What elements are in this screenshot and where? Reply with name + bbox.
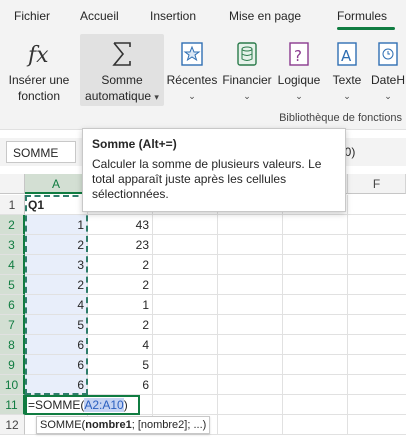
row-header-11[interactable]: 11	[0, 395, 25, 415]
cell-a2[interactable]: 1	[25, 215, 88, 235]
function-library-group-label: Bibliothèque de fonctions	[279, 112, 402, 124]
row-header-7[interactable]: 7	[0, 315, 25, 335]
column-header-f[interactable]: F	[348, 174, 406, 194]
text-icon: A	[326, 40, 368, 72]
formula-prefix: =SOMME(	[28, 398, 85, 412]
cell-b7[interactable]: 2	[88, 315, 153, 335]
cell-b2[interactable]: 43	[88, 215, 153, 235]
cell-b4[interactable]: 2	[88, 255, 153, 275]
active-cell-a11-editor[interactable]: =SOMME(A2:A10)	[25, 395, 140, 415]
autosum-tooltip: Somme (Alt+=) Calculer la somme de plusi…	[82, 128, 346, 212]
row-header-6[interactable]: 6	[0, 295, 25, 315]
tab-mise-en-page[interactable]: Mise en page	[229, 9, 301, 23]
logical-functions-button[interactable]: ? Logique ⌄	[276, 40, 322, 104]
autosum-button[interactable]: Somme automatique ▾	[80, 40, 164, 105]
cell-b8[interactable]: 4	[88, 335, 153, 355]
chevron-down-icon: ⌄	[188, 91, 196, 101]
chevron-down-icon: ⌄	[243, 91, 251, 101]
cell-b10[interactable]: 6	[88, 375, 153, 395]
cell-a10[interactable]: 6	[25, 375, 88, 395]
svg-text:?: ?	[294, 47, 302, 65]
hint-function-name: SOMME(	[40, 419, 86, 431]
tooltip-body: Calculer la somme de plusieurs valeurs. …	[92, 157, 322, 201]
tab-insertion[interactable]: Insertion	[150, 9, 196, 23]
name-box[interactable]: SOMME	[6, 141, 76, 163]
row-header-5[interactable]: 5	[0, 275, 25, 295]
cell-a7[interactable]: 5	[25, 315, 88, 335]
row-header-12[interactable]: 12	[0, 415, 25, 435]
cell-b6[interactable]: 1	[88, 295, 153, 315]
row-header-9[interactable]: 9	[0, 355, 25, 375]
row-header-10[interactable]: 10	[0, 375, 25, 395]
chevron-down-icon: ▾	[154, 92, 159, 102]
chevron-down-icon: ⌄	[384, 91, 392, 101]
recent-functions-button[interactable]: Récentes ⌄	[166, 40, 218, 104]
cell-a5[interactable]: 2	[25, 275, 88, 295]
chevron-down-icon: ⌄	[295, 91, 303, 101]
insert-function-button[interactable]: fx Insérer une fonction	[4, 40, 74, 104]
autosum-label-1: Somme	[101, 73, 143, 87]
datetime-functions-button[interactable]: DateH ⌄	[370, 40, 406, 104]
cell-a1[interactable]: Q1	[25, 195, 88, 215]
row-header-4[interactable]: 4	[0, 255, 25, 275]
tab-formules[interactable]: Formules	[337, 9, 387, 23]
svg-text:A: A	[341, 47, 352, 65]
empty-cells-area[interactable]	[153, 195, 406, 435]
chevron-down-icon: ⌄	[343, 91, 351, 101]
row-header-2[interactable]: 2	[0, 215, 25, 235]
datetime-label: DateH	[370, 73, 405, 87]
clock-icon	[370, 40, 406, 72]
select-all-corner[interactable]	[0, 174, 25, 194]
cell-a6[interactable]: 4	[25, 295, 88, 315]
logical-label: Logique	[277, 73, 321, 87]
cell-a9[interactable]: 6	[25, 355, 88, 375]
recent-label: Récentes	[166, 73, 218, 87]
cell-b9[interactable]: 5	[88, 355, 153, 375]
tooltip-title: Somme (Alt+=)	[92, 137, 177, 151]
ribbon-tabs: Fichier Accueil Insertion Mise en page F…	[0, 0, 406, 30]
cell-a3[interactable]: 2	[25, 235, 88, 255]
cell-a4[interactable]: 3	[25, 255, 88, 275]
cell-a8[interactable]: 6	[25, 335, 88, 355]
row-header-1[interactable]: 1	[0, 195, 25, 215]
cell-b5[interactable]: 2	[88, 275, 153, 295]
database-icon	[220, 40, 274, 72]
svg-text:fx: fx	[26, 43, 49, 68]
sigma-icon	[80, 40, 164, 72]
question-icon: ?	[276, 40, 322, 72]
formula-range-reference: A2:A10	[84, 398, 124, 412]
hint-current-argument: nombre1	[85, 419, 132, 431]
tab-accueil[interactable]: Accueil	[80, 9, 119, 23]
cell-b3[interactable]: 23	[88, 235, 153, 255]
insert-function-label-1: Insérer une	[8, 73, 70, 87]
tab-fichier[interactable]: Fichier	[14, 9, 50, 23]
row-header-3[interactable]: 3	[0, 235, 25, 255]
row-header-8[interactable]: 8	[0, 335, 25, 355]
fx-icon: fx	[4, 40, 74, 72]
hint-other-arguments: ; [nombre2]; ...)	[131, 419, 207, 431]
function-argument-hint[interactable]: SOMME(nombre1; [nombre2]; ...)	[36, 416, 211, 434]
text-functions-button[interactable]: A Texte ⌄	[326, 40, 368, 104]
financial-functions-button[interactable]: Financier ⌄	[220, 40, 274, 104]
text-label: Texte	[332, 73, 362, 87]
financial-label: Financier	[222, 73, 272, 87]
formula-suffix: )	[123, 398, 128, 412]
autosum-label-2: automatique ▾	[85, 89, 159, 103]
column-header-a[interactable]: A	[25, 174, 88, 194]
star-icon	[166, 40, 218, 72]
insert-function-label-2: fonction	[17, 89, 61, 103]
